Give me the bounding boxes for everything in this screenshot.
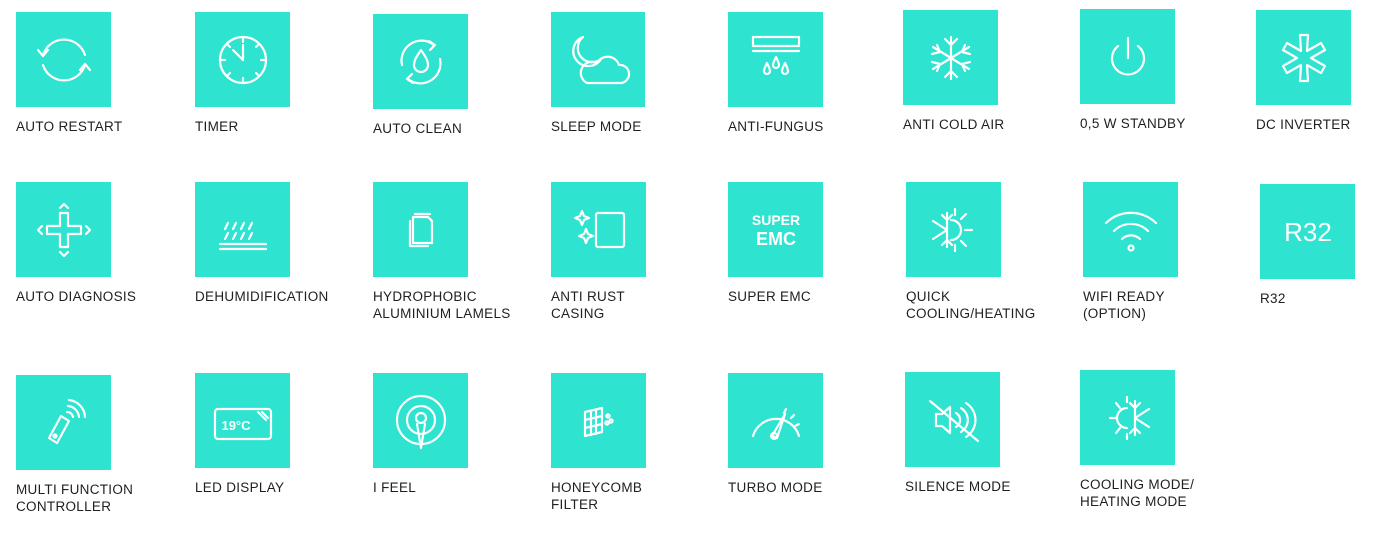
feature-anti-cold-air: ANTI COLD AIR xyxy=(903,10,1043,134)
honeycomb-filter-icon xyxy=(551,373,646,468)
standby-power-icon xyxy=(1080,9,1175,104)
feature-i-feel: I FEEL xyxy=(373,373,513,497)
feature-label: AUTO DIAGNOSIS xyxy=(16,289,137,304)
wifi-icon xyxy=(1083,182,1178,277)
feature-label: DEHUMIDIFICATION xyxy=(195,289,329,304)
anti-cold-air-icon xyxy=(903,10,998,105)
led-display-icon: 19°C xyxy=(195,373,290,468)
feature-auto-clean: AUTO CLEAN xyxy=(373,14,513,138)
feature-label: ANTI COLD AIR xyxy=(903,117,1005,132)
feature-led-display: 19°C LED DISPLAY xyxy=(195,373,335,497)
feature-label: SUPER EMC xyxy=(728,289,811,304)
feature-turbo-mode: TURBO MODE xyxy=(728,373,868,497)
feature-label: HONEYCOMB FILTER xyxy=(551,480,643,512)
feature-label: SLEEP MODE xyxy=(551,119,642,134)
dehumidification-icon xyxy=(195,182,290,277)
feature-label: HYDROPHOBIC ALUMINIUM LAMELS xyxy=(373,289,511,321)
svg-text:SUPER: SUPER xyxy=(751,212,799,228)
remote-controller-icon xyxy=(16,375,111,470)
feature-anti-rust: ANTI RUST CASING xyxy=(551,182,691,323)
auto-clean-icon xyxy=(373,14,468,109)
dc-inverter-icon xyxy=(1256,10,1351,105)
feature-label: ANTI RUST CASING xyxy=(551,289,625,321)
sleep-mode-icon xyxy=(551,12,645,107)
feature-dc-inverter: DC INVERTER xyxy=(1256,10,1379,134)
feature-label: WIFI READY (OPTION) xyxy=(1083,289,1165,321)
feature-label: I FEEL xyxy=(373,480,417,495)
feature-dehumidification: DEHUMIDIFICATION xyxy=(195,182,335,306)
feature-anti-fungus: ANTI-FUNGUS xyxy=(728,12,868,136)
feature-label: AUTO CLEAN xyxy=(373,121,463,136)
r32-icon: R32 xyxy=(1260,184,1355,279)
feature-label: ANTI-FUNGUS xyxy=(728,119,824,134)
feature-label: TURBO MODE xyxy=(728,480,823,495)
feature-auto-restart: AUTO RESTART xyxy=(16,12,156,136)
turbo-mode-icon xyxy=(728,373,823,468)
svg-text:EMC: EMC xyxy=(756,229,796,249)
auto-diagnosis-icon xyxy=(16,182,111,277)
feature-honeycomb-filter: HONEYCOMB FILTER xyxy=(551,373,691,514)
feature-label: DC INVERTER xyxy=(1256,117,1351,132)
feature-label: SILENCE MODE xyxy=(905,479,1011,494)
auto-restart-icon xyxy=(16,12,111,107)
feature-label: TIMER xyxy=(195,119,239,134)
anti-fungus-icon xyxy=(728,12,823,107)
anti-rust-icon xyxy=(551,182,646,277)
feature-super-emc: SUPER EMC SUPER EMC xyxy=(728,182,868,306)
svg-text:R32: R32 xyxy=(1284,217,1332,247)
feature-auto-diagnosis: AUTO DIAGNOSIS xyxy=(16,182,156,306)
feature-multi-function-controller: MULTI FUNCTION CONTROLLER xyxy=(16,375,156,516)
feature-label: AUTO RESTART xyxy=(16,119,123,134)
feature-r32: R32 R32 xyxy=(1260,184,1379,308)
feature-cooling-heating-mode: COOLING MODE/ HEATING MODE xyxy=(1080,370,1220,511)
feature-label: LED DISPLAY xyxy=(195,480,285,495)
feature-label: COOLING MODE/ HEATING MODE xyxy=(1080,477,1195,509)
hydrophobic-lamels-icon xyxy=(373,182,468,277)
feature-hydrophobic-lamels: HYDROPHOBIC ALUMINIUM LAMELS xyxy=(373,182,513,323)
cooling-heating-mode-icon xyxy=(1080,370,1175,465)
quick-cooling-heating-icon xyxy=(906,182,1001,277)
feature-silence-mode: SILENCE MODE xyxy=(905,372,1045,496)
feature-label: QUICK COOLING/HEATING xyxy=(906,289,1036,321)
feature-label: 0,5 W STANDBY xyxy=(1080,116,1186,131)
timer-icon xyxy=(195,12,290,107)
feature-timer: TIMER xyxy=(195,12,335,136)
feature-standby: 0,5 W STANDBY xyxy=(1080,9,1220,133)
silence-mode-icon xyxy=(905,372,1000,467)
feature-quick-cooling-heating: QUICK COOLING/HEATING xyxy=(906,182,1046,323)
super-emc-icon: SUPER EMC xyxy=(728,182,823,277)
i-feel-icon xyxy=(373,373,468,468)
feature-sleep-mode: SLEEP MODE xyxy=(551,12,691,136)
feature-wifi: WIFI READY (OPTION) xyxy=(1083,182,1223,323)
feature-label: MULTI FUNCTION CONTROLLER xyxy=(16,482,134,514)
svg-text:19°C: 19°C xyxy=(221,418,251,433)
feature-label: R32 xyxy=(1260,291,1286,306)
